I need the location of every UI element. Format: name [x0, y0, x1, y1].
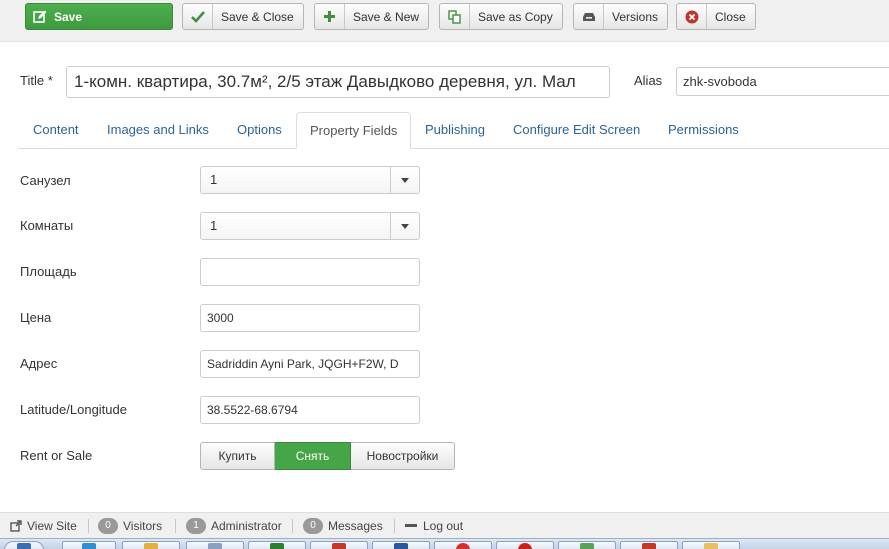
visitors-link[interactable]: 0 Visitors [98, 513, 162, 538]
messages-link[interactable]: 0 Messages [303, 513, 383, 538]
latlng-input[interactable]: 38.5522-68.6794 [200, 396, 420, 424]
close-button[interactable]: Close [676, 3, 756, 30]
bathroom-select[interactable]: 1 [200, 166, 420, 194]
taskbar-app-icon[interactable] [186, 541, 244, 549]
tab-configure-edit-screen[interactable]: Configure Edit Screen [500, 112, 653, 148]
bathroom-label: Санузел [20, 173, 71, 188]
save-label: Save [54, 9, 83, 24]
save-new-button[interactable]: Save & New [314, 3, 430, 30]
price-label: Цена [20, 310, 52, 325]
visitors-badge: 0 [98, 517, 118, 534]
close-icon [677, 4, 707, 29]
os-taskbar [0, 538, 889, 549]
administrator-badge: 1 [186, 517, 206, 534]
external-link-icon [10, 519, 22, 532]
save-close-label: Save & Close [221, 9, 294, 24]
save-new-label: Save & New [353, 9, 420, 24]
rent-sale-label: Rent or Sale [20, 448, 93, 463]
toolbar: Save Save & Close Save & New Save as Cop… [0, 0, 889, 42]
rooms-select[interactable]: 1 [200, 212, 420, 240]
price-input[interactable]: 3000 [200, 304, 420, 332]
address-input[interactable]: Sadriddin Ayni Park, JQGH+F2W, D [200, 350, 420, 378]
separator [292, 519, 293, 533]
administrator-link[interactable]: 1 Administrator [186, 513, 282, 538]
buy-option[interactable]: Купить [200, 442, 275, 470]
versions-button[interactable]: Versions [573, 3, 669, 30]
taskbar-app-icon[interactable] [620, 541, 678, 549]
tab-publishing[interactable]: Publishing [412, 112, 498, 148]
rooms-label: Комнаты [20, 218, 74, 233]
area-label: Площадь [20, 264, 77, 279]
view-site-link[interactable]: View Site [10, 513, 77, 538]
rooms-value: 1 [210, 218, 218, 233]
taskbar-app-icon[interactable] [122, 541, 180, 549]
title-label: Title * [20, 73, 53, 88]
alias-label: Alias [634, 73, 663, 88]
separator [394, 519, 395, 533]
tab-bar: Content Images and Links Options Propert… [18, 112, 889, 149]
save-close-button[interactable]: Save & Close [182, 3, 304, 30]
taskbar-app-icon[interactable] [434, 541, 492, 549]
taskbar-app-icon[interactable] [372, 541, 430, 549]
rent-option[interactable]: Снять [275, 442, 351, 470]
versions-label: Versions [612, 9, 659, 24]
address-label: Адрес [20, 356, 58, 371]
messages-label: Messages [328, 518, 383, 533]
plus-icon [315, 4, 345, 29]
administrator-label: Administrator [211, 518, 282, 533]
taskbar-app-icon[interactable] [248, 541, 306, 549]
start-button[interactable] [4, 541, 44, 549]
taskbar-app-icon[interactable] [310, 541, 368, 549]
messages-badge: 0 [303, 517, 323, 534]
alias-input[interactable]: zhk-svoboda [676, 67, 889, 96]
visitors-label: Visitors [123, 518, 163, 533]
taskbar-app-icon[interactable] [558, 541, 616, 549]
area-input[interactable] [200, 258, 420, 286]
edit-icon [26, 4, 54, 29]
save-copy-label: Save as Copy [478, 9, 553, 24]
chevron-down-icon [390, 213, 419, 239]
status-bar: View Site 0 Visitors 1 Administrator 0 M… [0, 512, 889, 538]
taskbar-app-icon[interactable] [496, 541, 554, 549]
taskbar-app-icon[interactable] [62, 541, 116, 549]
check-icon [183, 4, 213, 29]
taskbar-app-icon[interactable] [682, 541, 740, 549]
separator [175, 519, 176, 533]
tab-permissions[interactable]: Permissions [655, 112, 752, 148]
chevron-down-icon [390, 167, 419, 193]
rent-sale-toggle: Купить Снять Новостройки [200, 442, 455, 470]
logout-link[interactable]: Log out [405, 513, 463, 538]
archive-icon [574, 4, 604, 29]
tab-images-and-links[interactable]: Images and Links [94, 112, 222, 148]
minus-icon [405, 523, 417, 527]
close-label: Close [715, 9, 746, 24]
tab-options[interactable]: Options [224, 112, 295, 148]
tab-content[interactable]: Content [20, 112, 92, 148]
latlng-label: Latitude/Longitude [20, 402, 127, 417]
new-build-option[interactable]: Новостройки [351, 442, 455, 470]
separator [88, 519, 89, 533]
bathroom-value: 1 [210, 172, 218, 187]
save-copy-button[interactable]: Save as Copy [439, 3, 563, 30]
logout-label: Log out [423, 518, 464, 533]
tab-property-fields[interactable]: Property Fields [296, 112, 412, 149]
copy-icon [440, 4, 470, 29]
save-button[interactable]: Save [25, 3, 173, 30]
view-site-label: View Site [27, 518, 77, 533]
title-input[interactable]: 1-комн. квартира, 30.7м², 2/5 этаж Давыд… [66, 66, 610, 98]
